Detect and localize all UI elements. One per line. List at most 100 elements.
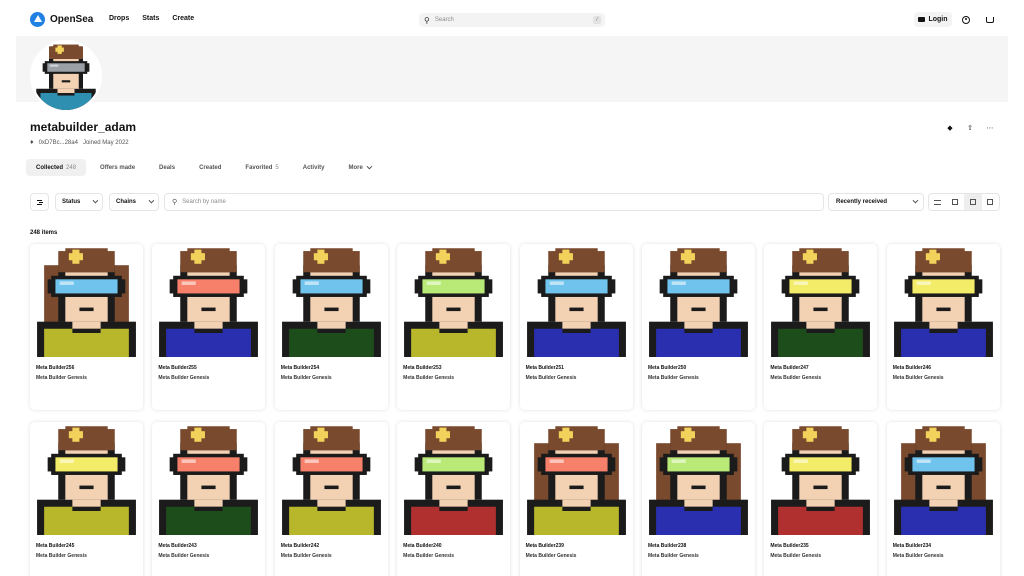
- tab-collected[interactable]: Collected 248: [26, 159, 87, 176]
- nft-image: [274, 422, 388, 535]
- filter-toggle-button[interactable]: [30, 193, 49, 211]
- nft-card[interactable]: Meta Builder234 Meta Builder Genesis: [886, 422, 1000, 576]
- sort-label: Recently received: [836, 199, 888, 205]
- cart-button[interactable]: [982, 12, 998, 27]
- nft-name: Meta Builder238: [647, 543, 687, 549]
- tab-created[interactable]: Created: [189, 159, 231, 176]
- wallet-address[interactable]: 0xD7Bc...28a4: [39, 140, 78, 146]
- nft-image: [641, 422, 755, 535]
- nft-card[interactable]: Meta Builder251 Meta Builder Genesis: [519, 244, 633, 410]
- chevron-down-icon: [912, 197, 919, 204]
- nft-card[interactable]: Meta Builder238 Meta Builder Genesis: [641, 422, 755, 576]
- view-list-button[interactable]: [929, 194, 947, 210]
- items-count: 248 items: [30, 230, 58, 236]
- nft-image: [30, 422, 143, 535]
- nft-card[interactable]: Meta Builder246 Meta Builder Genesis: [886, 244, 1000, 410]
- more-options-icon[interactable]: ⋯: [986, 124, 994, 132]
- nft-name: Meta Builder240: [403, 543, 442, 549]
- account-button[interactable]: [958, 12, 974, 27]
- nft-name: Meta Builder242: [280, 543, 320, 549]
- nft-collection: Meta Builder Genesis: [892, 375, 944, 381]
- nft-card[interactable]: Meta Builder240 Meta Builder Genesis: [397, 422, 511, 576]
- nft-card[interactable]: Meta Builder250 Meta Builder Genesis: [641, 244, 755, 410]
- grid-medium-icon: [969, 199, 976, 205]
- grid-small-icon: [952, 199, 959, 205]
- tab-label: More: [348, 164, 363, 171]
- profile-tabs: Collected 248 Offers made Deals Created F…: [26, 159, 380, 176]
- nft-card[interactable]: Meta Builder245 Meta Builder Genesis: [30, 422, 143, 576]
- nft-name: Meta Builder253: [403, 365, 442, 371]
- nft-collection: Meta Builder Genesis: [647, 553, 699, 559]
- tab-label: Collected: [36, 164, 64, 171]
- tab-count: 5: [275, 164, 279, 171]
- tab-deals[interactable]: Deals: [149, 159, 185, 176]
- chains-dropdown[interactable]: Chains: [109, 193, 159, 211]
- view-grid-medium-button[interactable]: [964, 194, 982, 210]
- nft-image: [764, 244, 878, 357]
- profile-avatar[interactable]: [30, 40, 102, 112]
- search-icon: ⚲: [424, 15, 430, 25]
- nft-collection: Meta Builder Genesis: [403, 375, 455, 381]
- nft-image: [397, 244, 511, 357]
- tab-label: Favorited: [245, 164, 273, 171]
- nft-card[interactable]: Meta Builder256 Meta Builder Genesis: [30, 244, 143, 410]
- view-mode-group: [928, 193, 1000, 211]
- diamond-icon[interactable]: ◆: [946, 124, 954, 132]
- chevron-down-icon: [92, 197, 99, 204]
- tab-activity[interactable]: Activity: [293, 159, 335, 176]
- nft-name: Meta Builder247: [770, 365, 809, 371]
- nft-card[interactable]: Meta Builder247 Meta Builder Genesis: [764, 244, 878, 410]
- search-by-name-placeholder: Search by name: [182, 199, 226, 205]
- nft-image: [886, 422, 1000, 535]
- nft-name: Meta Builder234: [892, 543, 932, 549]
- nft-card[interactable]: Meta Builder235 Meta Builder Genesis: [764, 422, 878, 576]
- nft-card[interactable]: Meta Builder254 Meta Builder Genesis: [274, 244, 388, 410]
- avatar-image: [36, 44, 96, 110]
- nft-name: Meta Builder250: [647, 365, 687, 371]
- nft-name: Meta Builder254: [280, 365, 320, 371]
- sort-dropdown[interactable]: Recently received: [828, 193, 924, 211]
- nav-drops[interactable]: Drops: [109, 15, 129, 22]
- nft-image: [152, 422, 266, 535]
- nft-name: Meta Builder245: [36, 543, 75, 549]
- nft-image: [519, 244, 633, 357]
- nft-collection: Meta Builder Genesis: [280, 375, 332, 381]
- status-dropdown[interactable]: Status: [55, 193, 103, 211]
- main-nav: Drops Stats Create: [109, 15, 194, 22]
- nft-name: Meta Builder243: [158, 543, 197, 549]
- chains-label: Chains: [116, 199, 137, 205]
- tab-favorited[interactable]: Favorited 5: [235, 159, 288, 176]
- search-shortcut-key: /: [593, 16, 601, 24]
- nft-card[interactable]: Meta Builder253 Meta Builder Genesis: [397, 244, 511, 410]
- nav-create[interactable]: Create: [172, 15, 194, 22]
- search-by-name-input[interactable]: ⚲ Search by name: [164, 193, 824, 211]
- view-grid-large-button[interactable]: [982, 194, 1000, 210]
- tab-label: Created: [199, 164, 222, 171]
- nft-card[interactable]: Meta Builder243 Meta Builder Genesis: [152, 422, 266, 576]
- nft-collection: Meta Builder Genesis: [36, 553, 87, 559]
- tab-more[interactable]: More: [338, 159, 379, 176]
- nft-card[interactable]: Meta Builder255 Meta Builder Genesis: [152, 244, 266, 410]
- nft-name: Meta Builder239: [525, 543, 564, 549]
- nft-image: [886, 244, 1000, 357]
- global-search-input[interactable]: ⚲ Search /: [419, 13, 605, 27]
- tab-offers-made[interactable]: Offers made: [90, 159, 145, 176]
- nft-collection: Meta Builder Genesis: [770, 375, 822, 381]
- share-icon[interactable]: ⇧: [966, 124, 974, 132]
- nft-name: Meta Builder255: [158, 365, 197, 371]
- list-view-icon: [934, 199, 942, 205]
- nft-card[interactable]: Meta Builder239 Meta Builder Genesis: [519, 422, 633, 576]
- nft-grid: Meta Builder256 Meta Builder Genesis Meta …: [30, 244, 1000, 576]
- login-label: Login: [928, 16, 948, 23]
- user-icon: [962, 15, 970, 24]
- opensea-logo[interactable]: OpenSea: [30, 12, 93, 27]
- nav-stats[interactable]: Stats: [142, 15, 159, 22]
- wallet-icon: [918, 17, 926, 22]
- view-grid-small-button[interactable]: [947, 194, 965, 210]
- tab-label: Deals: [159, 164, 176, 171]
- login-button[interactable]: Login: [914, 12, 952, 27]
- nft-image: [519, 422, 633, 535]
- nft-card[interactable]: Meta Builder242 Meta Builder Genesis: [274, 422, 388, 576]
- nft-collection: Meta Builder Genesis: [647, 375, 699, 381]
- status-label: Status: [62, 199, 81, 205]
